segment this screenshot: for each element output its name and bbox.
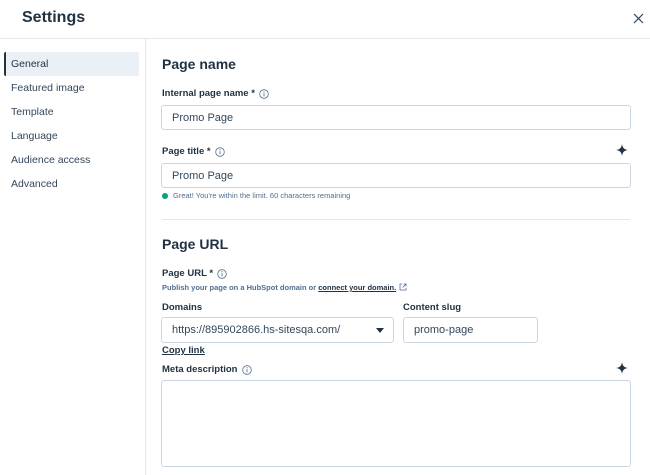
- chevron-down-icon: [376, 328, 384, 333]
- page-name-heading: Page name: [162, 56, 236, 72]
- content-slug-input[interactable]: promo-page: [403, 317, 538, 343]
- page-title: Settings: [22, 9, 86, 26]
- info-icon[interactable]: [241, 364, 252, 375]
- info-icon[interactable]: [217, 268, 227, 279]
- page-url-label: Page URL *: [162, 268, 227, 279]
- domains-label: Domains: [162, 302, 203, 313]
- status-text: Great! You're within the limit. 60 chara…: [173, 191, 351, 200]
- page-url-hint: Publish your page on a HubSpot domain or…: [162, 283, 407, 292]
- internal-name-label-text: Internal page name *: [162, 88, 255, 99]
- sidebar-item-featured-image[interactable]: Featured image: [4, 76, 139, 100]
- connect-domain-link[interactable]: connect your domain.: [318, 283, 396, 292]
- close-button[interactable]: [629, 9, 649, 29]
- sidebar-item-template[interactable]: Template: [4, 100, 139, 124]
- info-icon[interactable]: [214, 146, 225, 157]
- close-icon: [633, 13, 644, 24]
- domains-select[interactable]: https://895902866.hs-sitesqa.com/: [161, 317, 394, 343]
- info-icon[interactable]: [259, 88, 269, 99]
- internal-name-label: Internal page name *: [162, 88, 269, 99]
- page-title-label: Page title *: [162, 146, 225, 157]
- sidebar-item-language[interactable]: Language: [4, 124, 139, 148]
- settings-header: Settings: [0, 0, 650, 39]
- settings-sidebar: General Featured image Template Language…: [0, 39, 146, 475]
- success-dot-icon: [162, 192, 168, 199]
- status-message: Great! You're within the limit. 60 chara…: [162, 191, 350, 200]
- page-url-heading: Page URL: [162, 236, 229, 252]
- domain-value: https://895902866.hs-sitesqa.com/: [172, 324, 341, 336]
- sparkle-icon[interactable]: [616, 362, 628, 374]
- content-slug-label: Content slug: [403, 302, 462, 313]
- sidebar-item-advanced[interactable]: Advanced: [4, 172, 139, 196]
- sidebar-item-audience-access[interactable]: Audience access: [4, 148, 139, 172]
- page-title-label-text: Page title *: [162, 146, 211, 157]
- copy-link[interactable]: Copy link: [162, 345, 205, 356]
- internal-name-input[interactable]: Promo Page: [161, 105, 631, 130]
- settings-main: Page name Internal page name * Promo Pag…: [146, 39, 650, 475]
- external-link-icon: [399, 283, 407, 291]
- sparkle-icon[interactable]: [616, 144, 628, 156]
- meta-description-textarea[interactable]: [161, 380, 631, 467]
- meta-description-label-text: Meta description: [162, 364, 238, 375]
- page-url-label-text: Page URL *: [162, 268, 214, 279]
- page-title-input[interactable]: Promo Page: [161, 163, 631, 188]
- sidebar-item-general[interactable]: General: [4, 52, 139, 76]
- meta-description-label: Meta description: [162, 364, 252, 375]
- section-divider: [162, 219, 630, 220]
- hint-text: Publish your page on a HubSpot domain or: [162, 283, 317, 292]
